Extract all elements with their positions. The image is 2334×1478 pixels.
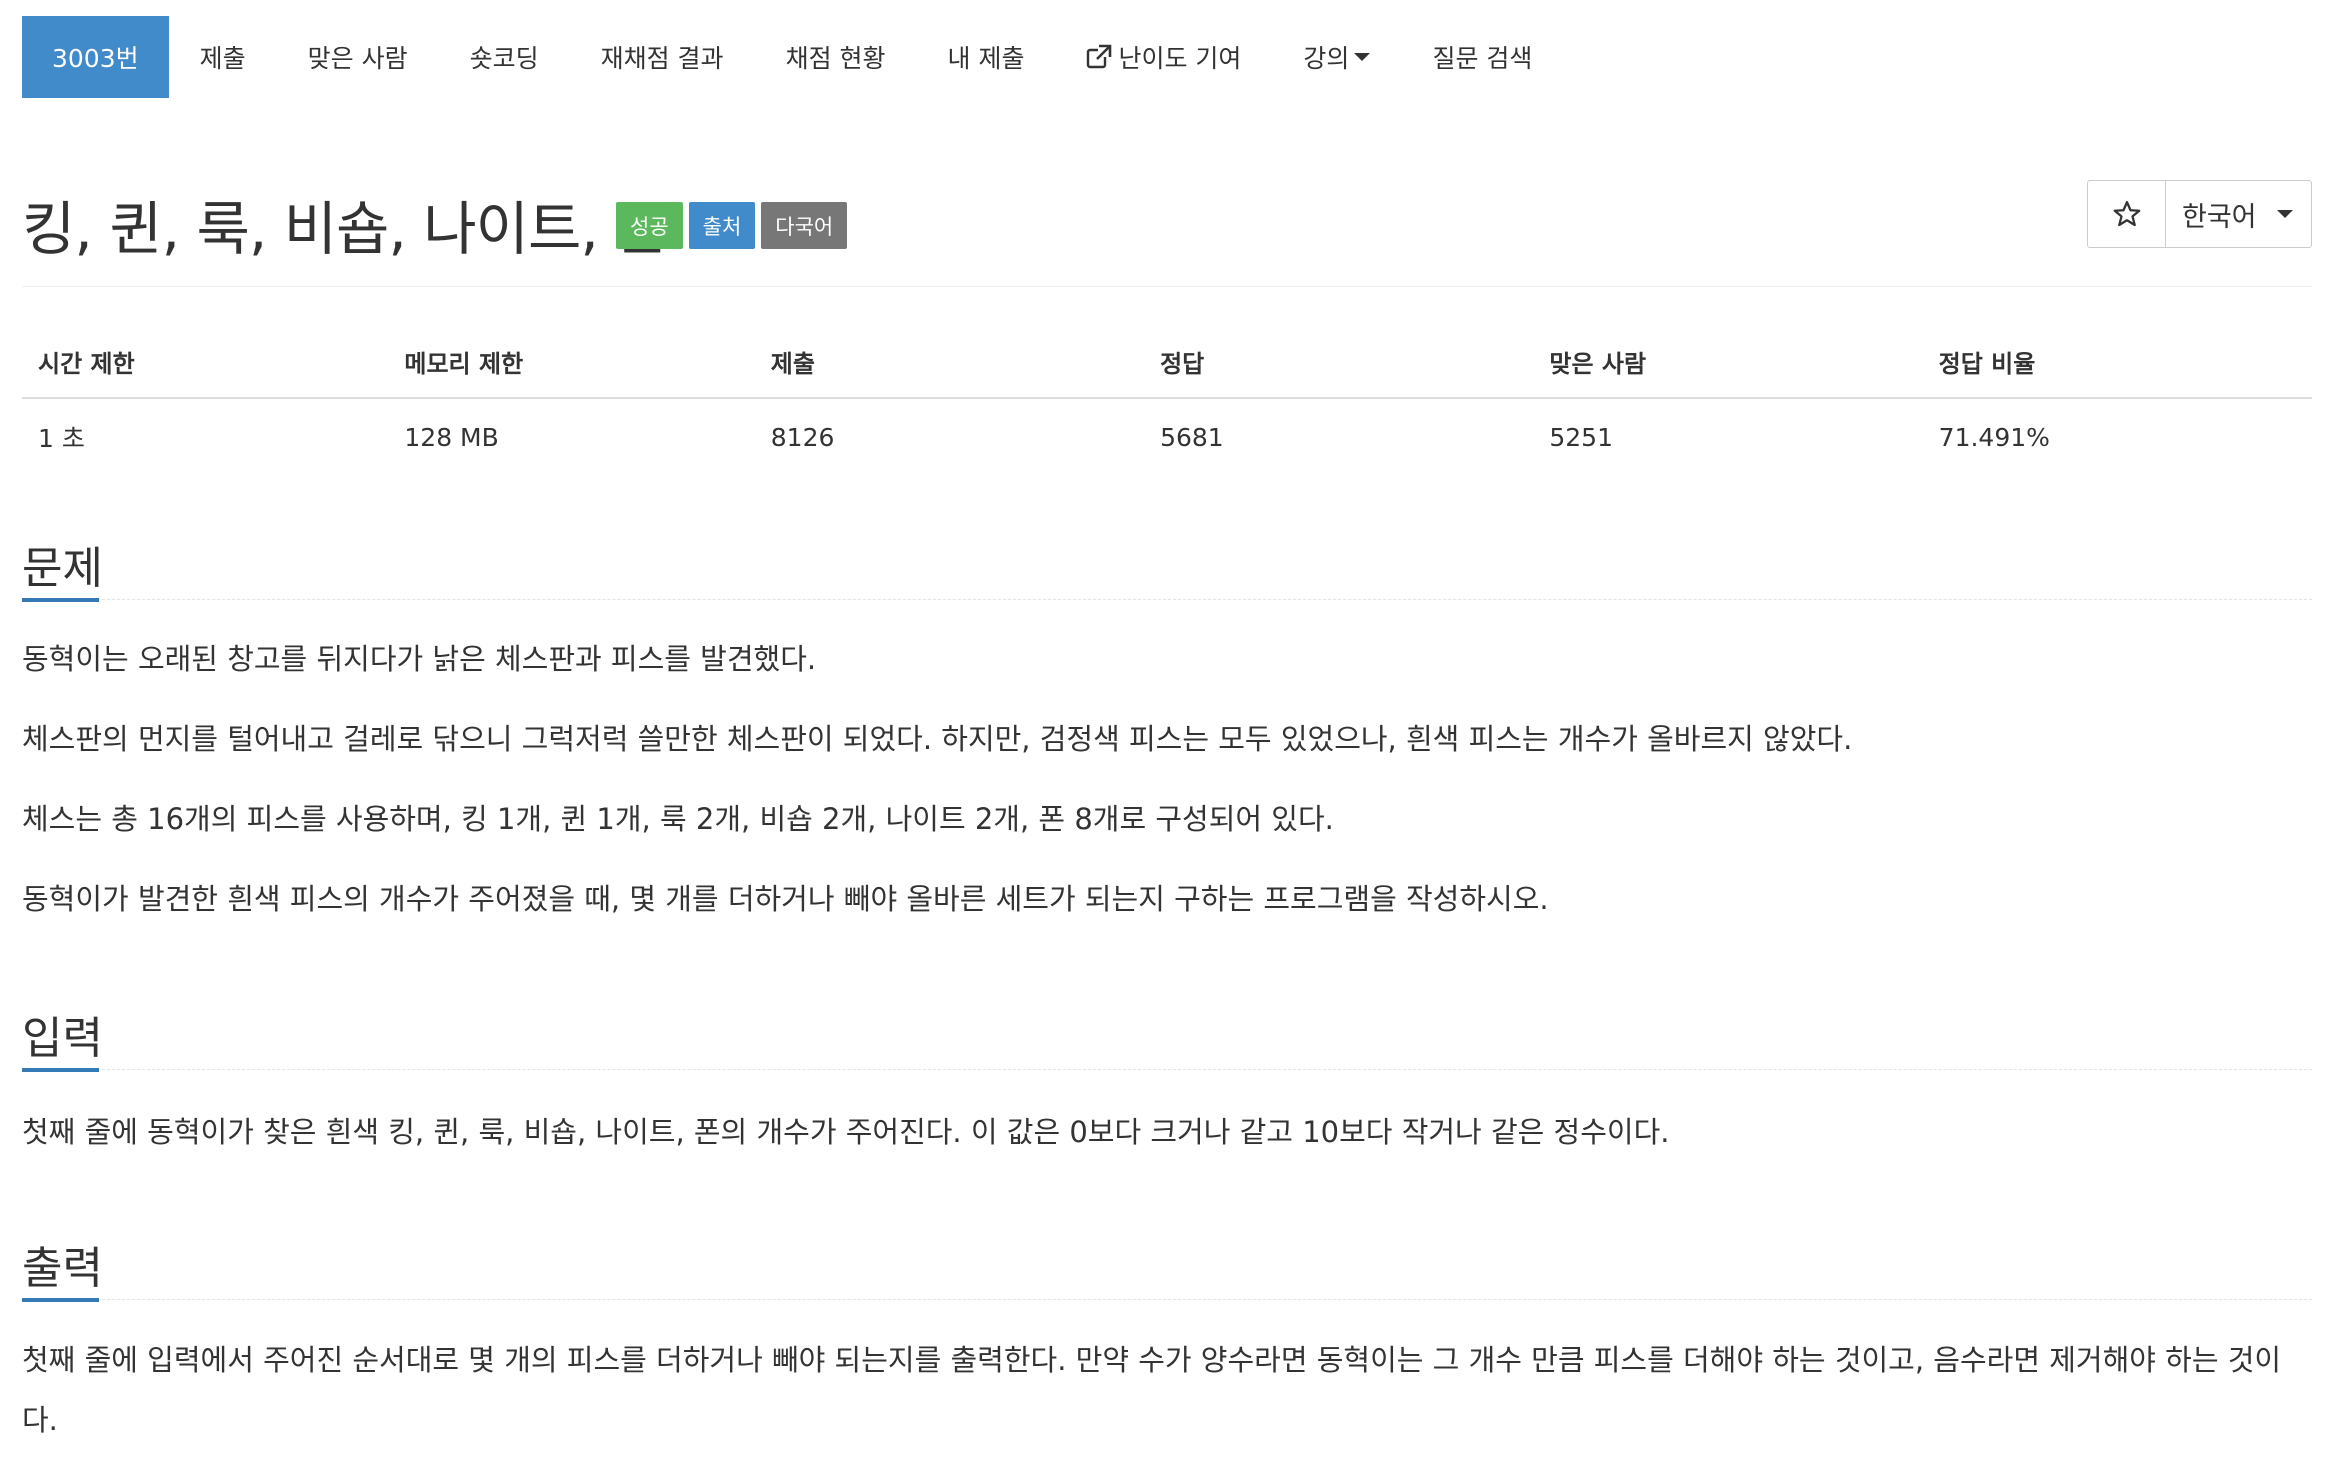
- section-divider: [22, 1299, 2312, 1300]
- section-input: 입력 첫째 줄에 동혁이가 찾은 흰색 킹, 퀸, 룩, 비숍, 나이트, 폰의…: [22, 1002, 2312, 1162]
- description-paragraph: 동혁이는 오래된 창고를 뒤지다가 낡은 체스판과 피스를 발견했다.: [22, 642, 817, 676]
- nav-my-submissions-label: 내 제출: [947, 44, 1025, 73]
- nav-lectures-label: 강의: [1303, 44, 1350, 73]
- nav-rejudge-results-label: 재채점 결과: [600, 44, 724, 73]
- nav-solved-users-label: 맞은 사람: [307, 44, 408, 73]
- nav-my-submissions[interactable]: 내 제출: [917, 16, 1056, 98]
- nav-short-coding-label: 숏코딩: [469, 44, 539, 73]
- favorite-button[interactable]: [2088, 181, 2166, 247]
- description-paragraph: 체스판의 먼지를 털어내고 걸레로 닦으니 그럭저럭 쓸만한 체스판이 되었다.…: [22, 722, 1853, 756]
- badge-solved[interactable]: 성공: [616, 202, 683, 249]
- section-output-body: 첫째 줄에 입력에서 주어진 순서대로 몇 개의 피스를 더하거나 빼야 되는지…: [22, 1330, 2312, 1450]
- header-memory-limit: 메모리 제한: [388, 330, 755, 399]
- language-select-label: 한국어: [2182, 201, 2257, 233]
- title-divider: [22, 286, 2312, 287]
- section-description-title: 문제: [22, 543, 103, 594]
- nav-question-search[interactable]: 질문 검색: [1401, 16, 1563, 98]
- problem-badges: 성공 출처 다국어: [616, 202, 848, 249]
- value-accepted: 5681: [1160, 422, 1224, 452]
- title-tools: 한국어: [2087, 180, 2312, 248]
- problem-info-table: 시간 제한 메모리 제한 제출 정답 맞은 사람 정답 비율 1 초 128 M…: [22, 330, 2312, 475]
- value-time-limit: 1 초: [38, 424, 85, 453]
- problem-nav: 3003번 제출 맞은 사람 숏코딩 재채점 결과 채점 현황 내 제출 난이도…: [22, 16, 1563, 98]
- header-accepted: 정답: [1144, 330, 1534, 399]
- nav-question-search-label: 질문 검색: [1432, 44, 1533, 73]
- description-paragraph: 동혁이가 발견한 흰색 피스의 개수가 주어졌을 때, 몇 개를 더하거나 빼야…: [22, 882, 1549, 916]
- section-accent-bar: [22, 598, 99, 602]
- section-output: 출력 첫째 줄에 입력에서 주어진 순서대로 몇 개의 피스를 더하거나 빼야 …: [22, 1232, 2312, 1450]
- nav-difficulty-contribution[interactable]: 난이도 기여: [1055, 16, 1272, 98]
- problem-title: 킹, 퀸, 룩, 비숍, 나이트, 폰: [22, 195, 669, 263]
- value-submissions: 8126: [770, 422, 835, 452]
- language-select[interactable]: 한국어: [2166, 181, 2311, 247]
- value-accept-ratio: 71.491%: [1938, 422, 2050, 452]
- caret-down-icon: [2277, 210, 2293, 218]
- section-input-title: 입력: [22, 1013, 103, 1064]
- info-header-row: 시간 제한 메모리 제한 제출 정답 맞은 사람 정답 비율: [22, 330, 2312, 399]
- header-accept-ratio: 정답 비율: [1922, 330, 2312, 399]
- header-submissions: 제출: [754, 330, 1145, 399]
- section-accent-bar: [22, 1068, 99, 1072]
- nav-rejudge-results[interactable]: 재채점 결과: [570, 16, 755, 98]
- info-value-row: 1 초 128 MB 8126 5681 5251 71.491%: [22, 398, 2312, 475]
- external-link-icon: [1086, 44, 1113, 70]
- section-output-title: 출력: [22, 1243, 103, 1294]
- section-input-header: 입력: [22, 1002, 2312, 1072]
- header-time-limit: 시간 제한: [22, 330, 389, 399]
- header-solved-users: 맞은 사람: [1533, 330, 1923, 399]
- section-divider: [22, 1069, 2312, 1070]
- section-accent-bar: [22, 1298, 99, 1302]
- badge-multilingual[interactable]: 다국어: [761, 202, 848, 249]
- nav-lectures-dropdown[interactable]: 강의: [1272, 16, 1401, 98]
- value-memory-limit: 128 MB: [404, 422, 499, 452]
- section-description-header: 문제: [22, 532, 2312, 602]
- nav-problem-number[interactable]: 3003번: [22, 16, 169, 98]
- nav-difficulty-contribution-label: 난이도 기여: [1118, 44, 1242, 73]
- star-outline-icon: [2113, 201, 2140, 227]
- problem-header: 킹, 퀸, 룩, 비숍, 나이트, 폰 성공 출처 다국어 한국어: [22, 170, 2312, 263]
- nav-judge-status[interactable]: 채점 현황: [755, 16, 917, 98]
- input-paragraph: 첫째 줄에 동혁이가 찾은 흰색 킹, 퀸, 룩, 비숍, 나이트, 폰의 개수…: [22, 1115, 1670, 1149]
- nav-judge-status-label: 채점 현황: [785, 44, 886, 73]
- output-paragraph: 첫째 줄에 입력에서 주어진 순서대로 몇 개의 피스를 더하거나 빼야 되는지…: [22, 1343, 2282, 1437]
- section-output-header: 출력: [22, 1232, 2312, 1302]
- caret-down-icon: [1354, 53, 1371, 61]
- nav-solved-users[interactable]: 맞은 사람: [277, 16, 439, 98]
- nav-submit[interactable]: 제출: [169, 16, 277, 98]
- nav-short-coding[interactable]: 숏코딩: [439, 16, 570, 98]
- section-description: 문제 동혁이는 오래된 창고를 뒤지다가 낡은 체스판과 피스를 발견했다. 체…: [22, 532, 2312, 929]
- value-solved-users: 5251: [1549, 422, 1613, 452]
- section-input-body: 첫째 줄에 동혁이가 찾은 흰색 킹, 퀸, 룩, 비숍, 나이트, 폰의 개수…: [22, 1102, 2312, 1162]
- section-divider: [22, 599, 2312, 600]
- nav-submit-label: 제출: [199, 44, 246, 73]
- section-description-body: 동혁이는 오래된 창고를 뒤지다가 낡은 체스판과 피스를 발견했다. 체스판의…: [22, 629, 2312, 929]
- description-paragraph: 체스는 총 16개의 피스를 사용하며, 킹 1개, 퀸 1개, 룩 2개, 비…: [22, 802, 1334, 836]
- nav-problem-number-label: 3003번: [52, 44, 139, 73]
- badge-source[interactable]: 출처: [688, 202, 756, 249]
